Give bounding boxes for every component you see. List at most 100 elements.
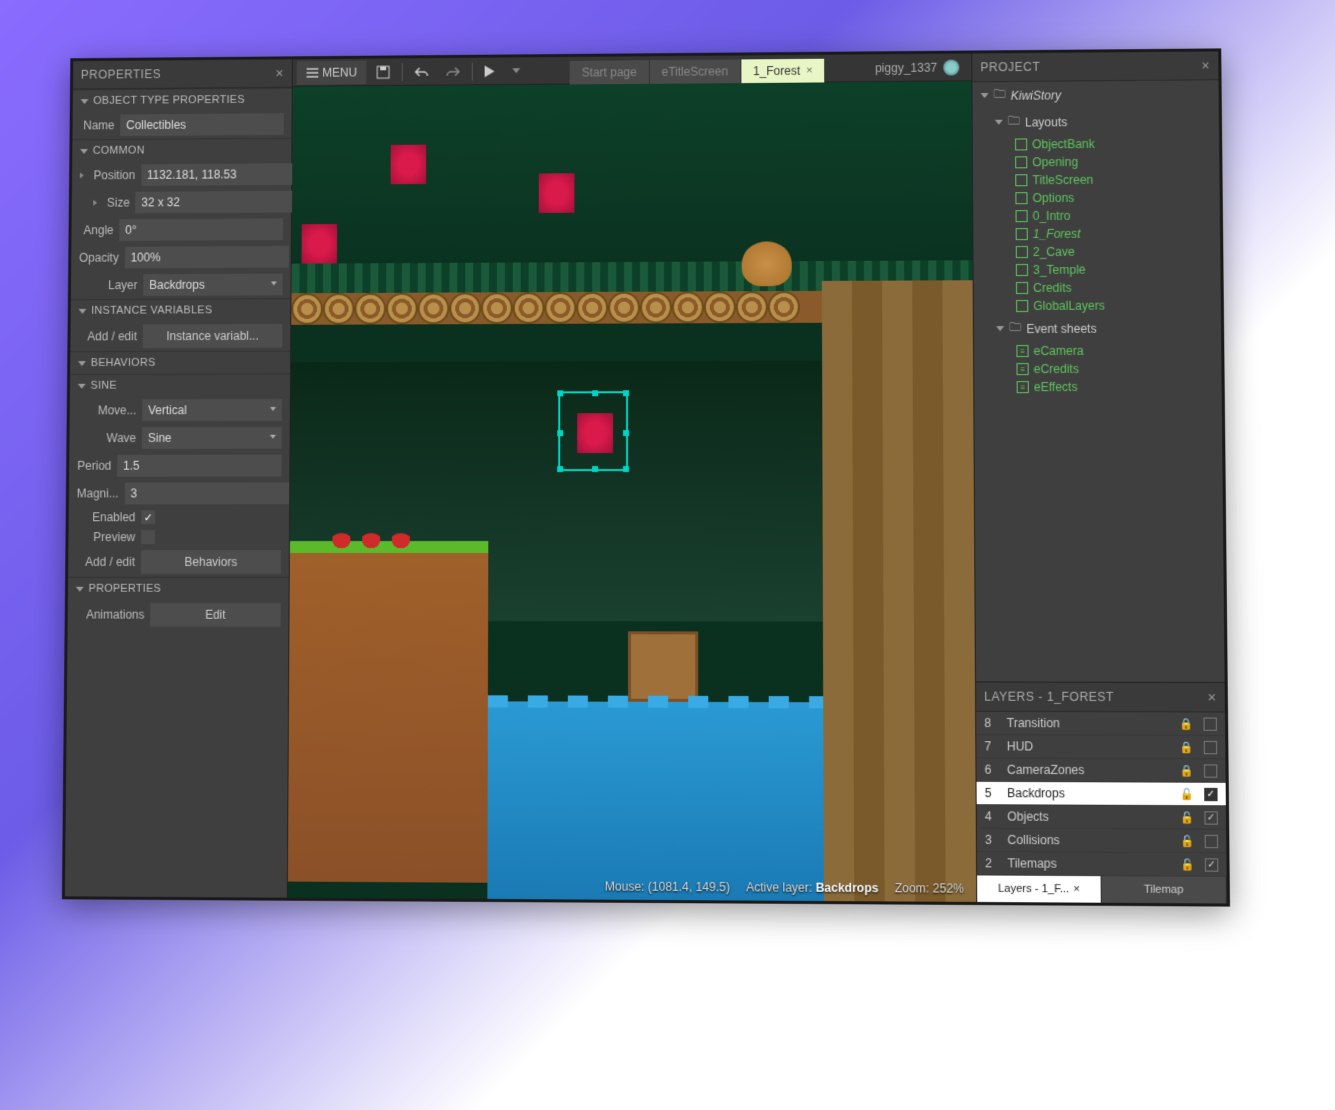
- layer-row-HUD[interactable]: 7HUD🔒: [976, 735, 1225, 759]
- layout-item-GlobalLayers[interactable]: GlobalLayers: [974, 296, 1221, 315]
- visible-checkbox[interactable]: [1203, 717, 1216, 730]
- kiwi-sprite[interactable]: [742, 241, 792, 286]
- layer-row-Transition[interactable]: 8Transition🔒: [976, 712, 1225, 736]
- layout-icon: [1015, 192, 1027, 204]
- instance-vars-button[interactable]: Instance variabl...: [143, 324, 283, 348]
- eventsheet-item-eCamera[interactable]: ≡eCamera: [974, 341, 1221, 360]
- layers-tab[interactable]: Layers - 1_F...×: [977, 875, 1102, 902]
- angle-field[interactable]: [119, 218, 283, 241]
- user-box[interactable]: piggy_1337: [875, 59, 967, 76]
- section-common[interactable]: COMMON: [72, 138, 291, 162]
- beetle-sprite[interactable]: [301, 224, 337, 264]
- eventsheet-item-eEffects[interactable]: ≡eEffects: [974, 378, 1222, 397]
- beetle-sprite[interactable]: [391, 145, 427, 185]
- position-label: Position: [93, 168, 135, 182]
- addedit-iv-label: Add / edit: [78, 329, 137, 343]
- close-icon[interactable]: ×: [1201, 57, 1210, 73]
- layer-row-Collisions[interactable]: 3Collisions🔓: [977, 829, 1227, 854]
- close-icon[interactable]: ×: [1073, 883, 1080, 895]
- close-icon[interactable]: ×: [275, 65, 284, 81]
- layout-icon: [1015, 174, 1027, 186]
- menu-button[interactable]: MENU: [297, 60, 367, 84]
- layout-item-1_Forest[interactable]: 1_Forest: [973, 224, 1220, 243]
- edit-animations-button[interactable]: Edit: [150, 603, 280, 627]
- play-button[interactable]: [477, 59, 503, 83]
- layout-item-Credits[interactable]: Credits: [974, 278, 1221, 297]
- layout-item-TitleScreen[interactable]: TitleScreen: [973, 170, 1220, 190]
- size-label: Size: [107, 196, 130, 210]
- lock-icon[interactable]: 🔒: [1179, 740, 1193, 753]
- position-field[interactable]: [141, 163, 305, 186]
- enabled-checkbox[interactable]: ✓: [141, 510, 155, 524]
- wave-select[interactable]: Sine: [142, 427, 282, 449]
- crate[interactable]: [628, 631, 698, 702]
- layer-row-Backdrops[interactable]: 5Backdrops🔓: [977, 782, 1226, 807]
- layout-icon: [1016, 264, 1028, 276]
- tab-startpage[interactable]: Start page: [570, 60, 650, 84]
- water: [487, 701, 823, 901]
- layer-select[interactable]: Backdrops: [143, 274, 282, 296]
- layout-item-Options[interactable]: Options: [973, 188, 1220, 207]
- behaviors-button[interactable]: Behaviors: [141, 550, 281, 574]
- bridge: [291, 291, 822, 325]
- layout-item-ObjectBank[interactable]: ObjectBank: [973, 134, 1219, 154]
- redo-button[interactable]: [439, 59, 469, 83]
- layout-item-Opening[interactable]: Opening: [973, 152, 1220, 172]
- move-select[interactable]: Vertical: [142, 399, 282, 421]
- layout-item-3_Temple[interactable]: 3_Temple: [973, 260, 1220, 279]
- play-dropdown[interactable]: [505, 59, 529, 83]
- layout-item-0_Intro[interactable]: 0_Intro: [973, 206, 1220, 225]
- pillar: [822, 280, 976, 902]
- layout-item-2_Cave[interactable]: 2_Cave: [973, 242, 1220, 261]
- magni-field[interactable]: [124, 482, 289, 504]
- size-field[interactable]: [135, 191, 299, 214]
- selected-beetle[interactable]: [577, 413, 613, 453]
- period-label: Period: [77, 459, 111, 473]
- layouts-folder[interactable]: 🗀Layouts: [973, 107, 1219, 136]
- layout-viewport[interactable]: Mouse: (1081.4, 149.5) Active layer: Bac…: [288, 81, 976, 902]
- section-behaviors[interactable]: BEHAVIORS: [70, 351, 290, 374]
- tab-1forest[interactable]: 1_Forest×: [741, 58, 826, 82]
- layer-label: Layer: [79, 278, 138, 292]
- undo-button[interactable]: [407, 60, 437, 84]
- visible-checkbox[interactable]: [1205, 858, 1218, 871]
- layout-icon: [1016, 300, 1028, 312]
- properties-title: PROPERTIES: [81, 67, 161, 81]
- opacity-label: Opacity: [79, 251, 119, 265]
- lock-icon[interactable]: 🔒: [1179, 717, 1193, 730]
- lock-icon[interactable]: 🔓: [1180, 834, 1194, 847]
- visible-checkbox[interactable]: [1204, 811, 1217, 824]
- beetle-sprite[interactable]: [539, 173, 575, 213]
- lock-icon[interactable]: 🔓: [1181, 858, 1195, 871]
- eventsheet-item-eCredits[interactable]: ≡eCredits: [974, 359, 1221, 378]
- layer-row-CameraZones[interactable]: 6CameraZones🔒: [976, 758, 1225, 782]
- avatar-icon: [943, 59, 959, 75]
- layer-row-Objects[interactable]: 4Objects🔓: [977, 805, 1226, 830]
- visible-checkbox[interactable]: [1205, 834, 1218, 847]
- visible-checkbox[interactable]: [1204, 740, 1217, 753]
- section-props2[interactable]: PROPERTIES: [68, 577, 289, 600]
- lock-icon[interactable]: 🔒: [1180, 764, 1194, 777]
- close-icon[interactable]: ×: [1208, 689, 1217, 705]
- eventsheets-folder[interactable]: 🗀Event sheets: [974, 314, 1221, 342]
- project-root[interactable]: 🗀KiwiStory: [972, 80, 1218, 109]
- lock-icon[interactable]: 🔓: [1180, 787, 1194, 800]
- opacity-field[interactable]: [125, 246, 289, 268]
- selection-box[interactable]: [558, 391, 628, 471]
- section-sine[interactable]: SINE: [70, 373, 290, 396]
- preview-checkbox[interactable]: [141, 530, 155, 544]
- period-field[interactable]: [117, 455, 281, 477]
- tab-etitlescreen[interactable]: eTitleScreen: [650, 59, 741, 83]
- visible-checkbox[interactable]: [1204, 764, 1217, 777]
- eventsheet-icon: ≡: [1017, 363, 1029, 375]
- close-icon[interactable]: ×: [806, 64, 812, 76]
- save-button[interactable]: [369, 60, 399, 84]
- section-instance-vars[interactable]: INSTANCE VARIABLES: [71, 298, 291, 322]
- tilemap-tab[interactable]: Tilemap: [1102, 876, 1227, 903]
- lock-icon[interactable]: 🔓: [1180, 811, 1194, 824]
- visible-checkbox[interactable]: [1204, 787, 1217, 800]
- name-field[interactable]: [120, 113, 284, 136]
- layers-title-bar: LAYERS - 1_FOREST ×: [976, 682, 1225, 712]
- layer-row-Tilemaps[interactable]: 2Tilemaps🔓: [977, 852, 1227, 877]
- section-object-type[interactable]: OBJECT TYPE PROPERTIES: [73, 88, 292, 112]
